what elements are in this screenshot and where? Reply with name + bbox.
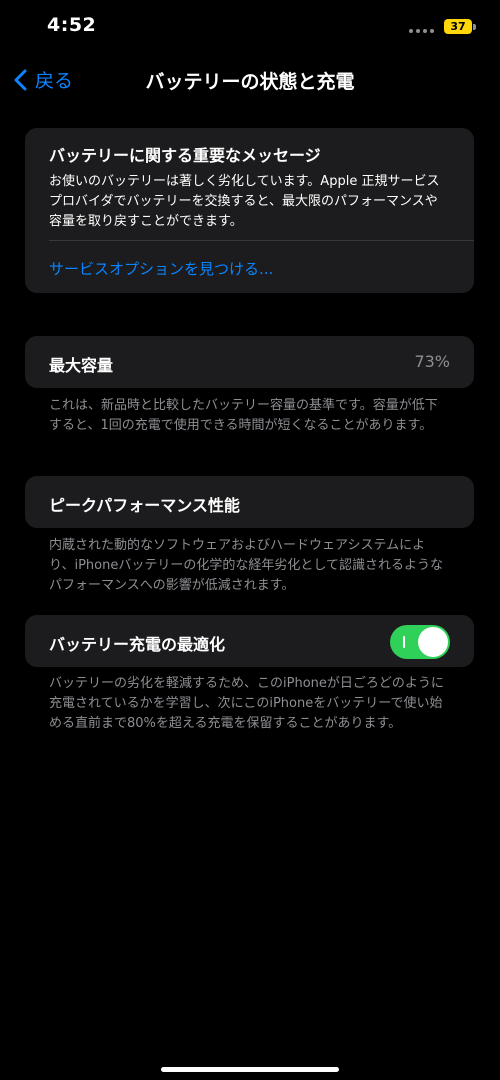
service-options-link[interactable]: サービスオプションを見つける... <box>49 258 273 279</box>
cellular-signal-icon <box>409 29 434 33</box>
optimized-charging-toggle[interactable] <box>390 625 450 659</box>
max-capacity-footnote: これは、新品時と比較したバッテリー容量の基準です。容量が低下すると、1回の充電で… <box>49 398 438 433</box>
navigation-bar: 戻る バッテリーの状態と充電 <box>0 60 500 100</box>
optimized-charging-row: バッテリー充電の最適化 <box>25 615 474 667</box>
home-indicator[interactable] <box>161 1067 339 1072</box>
battery-level: 37 <box>450 20 466 33</box>
important-message-card: バッテリーに関する重要なメッセージ お使いのバッテリーは著しく劣化しています。A… <box>25 128 474 293</box>
optimized-charging-footnote: バッテリーの劣化を軽減するため、このiPhoneが日ごろどのように充電されている… <box>49 676 444 731</box>
max-capacity-row: 最大容量 73% <box>25 336 474 388</box>
battery-tip <box>473 24 476 30</box>
message-body: お使いのバッテリーは著しく劣化しています。Apple 正規サービスプロバイダでバ… <box>49 174 440 229</box>
divider <box>49 240 474 241</box>
page-title: バッテリーの状態と充電 <box>145 71 355 93</box>
status-bar: 4:52 37 <box>0 0 500 54</box>
peak-performance-footnote: 内蔵された動的なソフトウェアおよびハードウェアシステムにより、iPhoneバッテ… <box>49 538 443 593</box>
peak-performance-row: ピークパフォーマンス性能 <box>25 476 474 528</box>
optimized-charging-label: バッテリー充電の最適化 <box>49 635 226 654</box>
message-title: バッテリーに関する重要なメッセージ <box>49 146 321 165</box>
toggle-knob <box>418 627 448 657</box>
max-capacity-label: 最大容量 <box>49 356 114 375</box>
battery-icon: 37 <box>444 19 472 34</box>
max-capacity-value: 73% <box>414 352 450 371</box>
status-time: 4:52 <box>47 14 97 36</box>
peak-performance-label: ピークパフォーマンス性能 <box>49 496 240 515</box>
toggle-on-indicator <box>403 636 405 648</box>
